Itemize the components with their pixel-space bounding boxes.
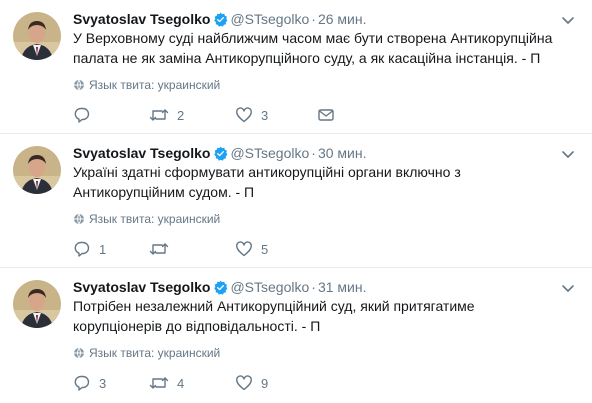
verified-badge-icon (214, 146, 228, 161)
reply-count: 3 (99, 376, 107, 391)
retweet-button[interactable]: 4 (149, 374, 184, 394)
reply-count: 1 (99, 242, 107, 257)
separator: · (311, 279, 316, 295)
tweet[interactable]: Svyatoslav Tsegolko @STsegolko · 30 мин. Ук… (0, 134, 592, 268)
heart-icon (236, 107, 252, 123)
tweet-text: У Верховному суді найближчим часом має б… (73, 30, 553, 66)
language-label: Язык твита: украинский (89, 212, 221, 226)
retweet-count: 2 (177, 108, 185, 123)
chevron-down-icon[interactable] (560, 280, 576, 296)
direct-message-button[interactable] (317, 106, 335, 126)
tweet-actions: 1 5 (73, 240, 373, 260)
globe-icon (74, 347, 84, 359)
tweet-actions: 3 4 9 (73, 374, 373, 394)
verified-badge-icon (214, 12, 228, 27)
author-name[interactable]: Svyatoslav Tsegolko (73, 11, 210, 27)
like-button[interactable]: 3 (235, 106, 268, 126)
globe-icon (74, 213, 84, 225)
tweet-header: Svyatoslav Tsegolko @STsegolko · 30 мин. (73, 144, 366, 162)
heart-icon (236, 375, 252, 391)
globe-icon (74, 79, 84, 91)
timestamp[interactable]: 30 мин. (318, 145, 367, 161)
language-label: Язык твита: украинский (89, 78, 221, 92)
avatar[interactable] (13, 146, 61, 194)
like-count: 5 (261, 242, 269, 257)
tweet[interactable]: Svyatoslav Tsegolko @STsegolko · 26 мин. У … (0, 0, 592, 134)
tweet-text: Потрібен незалежний Антикорупційний суд,… (73, 298, 475, 334)
author-handle[interactable]: @STsegolko (230, 145, 309, 161)
timestamp[interactable]: 26 мин. (318, 11, 367, 27)
tweet[interactable]: Svyatoslav Tsegolko @STsegolko · 31 мин. По… (0, 268, 592, 403)
reply-button[interactable]: 3 (73, 374, 106, 394)
author-handle[interactable]: @STsegolko (230, 11, 309, 27)
tweet-timeline: Svyatoslav Tsegolko @STsegolko · 26 мин. У … (0, 0, 592, 403)
author-handle[interactable]: @STsegolko (230, 279, 309, 295)
separator: · (311, 145, 316, 161)
like-count: 3 (261, 108, 269, 123)
reply-icon (74, 107, 90, 123)
reply-button[interactable]: 1 (73, 240, 106, 260)
retweet-count: 4 (177, 376, 185, 391)
tweet-language: Язык твита: украинский (73, 211, 220, 227)
author-name[interactable]: Svyatoslav Tsegolko (73, 279, 210, 295)
tweet-language: Язык твита: украинский (73, 345, 220, 361)
retweet-button[interactable]: 2 (149, 106, 184, 126)
envelope-icon (318, 109, 334, 121)
retweet-button[interactable] (149, 240, 177, 260)
chevron-down-icon[interactable] (560, 12, 576, 28)
tweet-language: Язык твита: украинский (73, 77, 220, 93)
verified-badge-icon (214, 280, 228, 295)
reply-button[interactable] (73, 106, 99, 126)
like-button[interactable]: 5 (235, 240, 268, 260)
like-count: 9 (261, 376, 269, 391)
tweet-header: Svyatoslav Tsegolko @STsegolko · 31 мин. (73, 278, 366, 296)
reply-icon (74, 375, 90, 391)
retweet-icon (149, 377, 169, 389)
tweet-actions: 2 3 (73, 106, 373, 126)
like-button[interactable]: 9 (235, 374, 268, 394)
reply-icon (74, 241, 90, 257)
retweet-icon (149, 109, 169, 121)
avatar[interactable] (13, 12, 61, 60)
avatar[interactable] (13, 280, 61, 328)
chevron-down-icon[interactable] (560, 146, 576, 162)
tweet-text: Україні здатні сформувати антикорупційні… (73, 164, 461, 200)
language-label: Язык твита: украинский (89, 346, 221, 360)
heart-icon (236, 241, 252, 257)
author-name[interactable]: Svyatoslav Tsegolko (73, 145, 210, 161)
separator: · (311, 11, 316, 27)
timestamp[interactable]: 31 мин. (318, 279, 367, 295)
tweet-header: Svyatoslav Tsegolko @STsegolko · 26 мин. (73, 10, 366, 28)
retweet-icon (149, 243, 169, 255)
